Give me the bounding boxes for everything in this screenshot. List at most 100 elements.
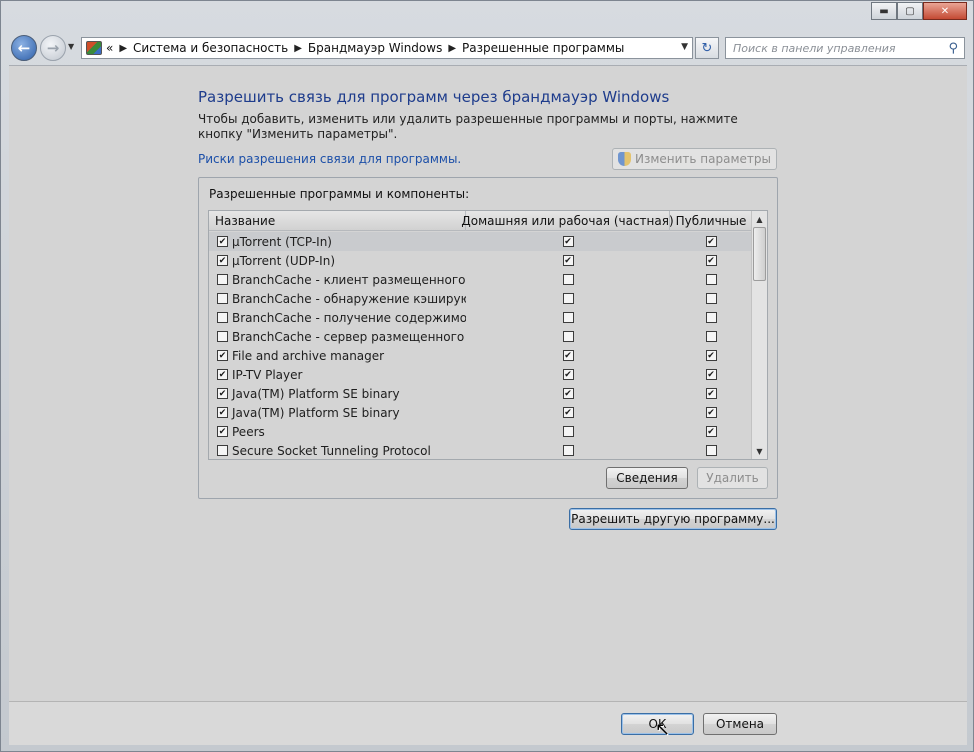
details-button[interactable]: Сведения	[606, 467, 688, 489]
search-icon[interactable]: ⚲	[948, 41, 958, 56]
program-row[interactable]: Peers	[209, 422, 752, 441]
home-network-checkbox[interactable]	[562, 331, 574, 342]
program-enabled-checkbox[interactable]	[217, 293, 228, 304]
home-network-checkbox[interactable]	[562, 274, 574, 285]
program-row[interactable]: Secure Socket Tunneling Protocol	[209, 441, 752, 459]
home-network-cell	[466, 236, 670, 247]
program-row[interactable]: BranchCache - получение содержимого ...	[209, 308, 752, 327]
column-header-home[interactable]: Домашняя или рабочая (частная)	[461, 211, 674, 231]
program-name-cell: Java(TM) Platform SE binary	[209, 387, 466, 401]
public-network-checkbox[interactable]	[705, 369, 717, 380]
column-header-name[interactable]: Название	[209, 211, 466, 231]
public-network-checkbox[interactable]	[705, 293, 717, 304]
change-settings-button[interactable]: Изменить параметры	[612, 148, 777, 170]
program-enabled-checkbox[interactable]	[217, 274, 228, 285]
program-enabled-checkbox[interactable]	[217, 236, 228, 247]
navigation-toolbar: ← → ▼ « ▶ Система и безопасность ▶ Бранд…	[9, 31, 967, 65]
program-row[interactable]: BranchCache - обнаружение кэширующ...	[209, 289, 752, 308]
program-row[interactable]: IP-TV Player	[209, 365, 752, 384]
breadcrumb-allowed-programs[interactable]: Разрешенные программы	[462, 41, 624, 55]
program-enabled-checkbox[interactable]	[217, 388, 228, 399]
refresh-button[interactable]: ↻	[695, 37, 719, 59]
program-enabled-checkbox[interactable]	[217, 312, 228, 323]
home-network-checkbox[interactable]	[562, 293, 574, 304]
breadcrumb-system-security[interactable]: Система и безопасность	[133, 41, 288, 55]
address-dropdown-icon[interactable]: ▼	[681, 42, 688, 52]
vertical-scrollbar[interactable]: ▲ ▼	[751, 211, 767, 459]
allowed-programs-group: Разрешенные программы и компоненты: Назв…	[198, 177, 778, 499]
home-network-checkbox[interactable]	[562, 312, 574, 323]
program-name: File and archive manager	[232, 348, 385, 363]
program-name-cell: IP-TV Player	[209, 368, 466, 382]
program-name: Java(TM) Platform SE binary	[232, 386, 400, 401]
recent-pages-dropdown-icon[interactable]: ▼	[68, 42, 74, 51]
public-network-checkbox[interactable]	[705, 426, 717, 437]
home-network-checkbox[interactable]	[562, 407, 574, 418]
public-network-checkbox[interactable]	[705, 312, 717, 323]
program-name: Secure Socket Tunneling Protocol	[232, 443, 431, 458]
maximize-button[interactable]: ▢	[897, 2, 923, 20]
chevron-right-icon[interactable]: ▶	[294, 43, 302, 54]
back-button[interactable]: ←	[11, 35, 37, 61]
home-network-checkbox[interactable]	[562, 236, 574, 247]
delete-button[interactable]: Удалить	[697, 467, 768, 489]
program-rows: µTorrent (TCP-In) µTorrent (UDP-In) Branch…	[209, 232, 752, 459]
home-network-cell	[466, 255, 670, 266]
home-network-checkbox[interactable]	[562, 350, 574, 361]
program-row[interactable]: µTorrent (UDP-In)	[209, 251, 752, 270]
column-header-public[interactable]: Публичные	[670, 211, 752, 231]
public-network-checkbox[interactable]	[705, 388, 717, 399]
public-network-cell	[670, 388, 752, 399]
allow-another-program-button[interactable]: Разрешить другую программу...	[569, 508, 777, 530]
program-row[interactable]: File and archive manager	[209, 346, 752, 365]
public-network-checkbox[interactable]	[705, 236, 717, 247]
home-network-cell	[466, 331, 670, 342]
program-enabled-checkbox[interactable]	[217, 350, 228, 361]
scroll-up-icon[interactable]: ▲	[752, 211, 767, 227]
public-network-checkbox[interactable]	[705, 255, 717, 266]
risks-link[interactable]: Риски разрешения связи для программы.	[198, 152, 461, 166]
program-row[interactable]: BranchCache - сервер размещенного кэ...	[209, 327, 752, 346]
public-network-checkbox[interactable]	[705, 407, 717, 418]
program-enabled-checkbox[interactable]	[217, 255, 228, 266]
breadcrumb-firewall[interactable]: Брандмауэр Windows	[308, 41, 442, 55]
cancel-button[interactable]: Отмена	[703, 713, 777, 735]
program-row[interactable]: BranchCache - клиент размещенного кэ...	[209, 270, 752, 289]
home-network-checkbox[interactable]	[562, 369, 574, 380]
chevron-right-icon[interactable]: ▶	[119, 43, 127, 54]
public-network-cell	[670, 350, 752, 361]
program-enabled-checkbox[interactable]	[217, 331, 228, 342]
public-network-cell	[670, 426, 752, 437]
public-network-checkbox[interactable]	[705, 331, 717, 342]
program-enabled-checkbox[interactable]	[217, 407, 228, 418]
home-network-cell	[466, 426, 670, 437]
public-network-checkbox[interactable]	[705, 274, 717, 285]
public-network-checkbox[interactable]	[705, 350, 717, 361]
program-enabled-checkbox[interactable]	[217, 426, 228, 437]
programs-list[interactable]: Название Домашняя или рабочая (частная) …	[208, 210, 768, 460]
chevron-right-icon[interactable]: ▶	[448, 43, 456, 54]
home-network-checkbox[interactable]	[562, 445, 574, 456]
program-enabled-checkbox[interactable]	[217, 369, 228, 380]
home-network-checkbox[interactable]	[562, 388, 574, 399]
program-row[interactable]: µTorrent (TCP-In)	[209, 232, 752, 251]
content-area: Разрешить связь для программ через бранд…	[9, 65, 967, 701]
home-network-checkbox[interactable]	[562, 426, 574, 437]
program-row[interactable]: Java(TM) Platform SE binary	[209, 403, 752, 422]
program-name-cell: BranchCache - клиент размещенного кэ...	[209, 273, 466, 287]
address-bar[interactable]: « ▶ Система и безопасность ▶ Брандмауэр …	[81, 37, 693, 59]
forward-button[interactable]: →	[40, 35, 66, 61]
dialog-footer: ОК Отмена	[9, 701, 967, 745]
public-network-checkbox[interactable]	[705, 445, 717, 456]
scroll-down-icon[interactable]: ▼	[752, 443, 767, 459]
program-name: µTorrent (UDP-In)	[232, 253, 336, 268]
minimize-button[interactable]: ▬	[871, 2, 897, 20]
home-network-checkbox[interactable]	[562, 255, 574, 266]
close-button[interactable]: ✕	[923, 2, 967, 20]
program-row[interactable]: Java(TM) Platform SE binary	[209, 384, 752, 403]
scroll-thumb[interactable]	[753, 227, 766, 281]
home-network-cell	[466, 369, 670, 380]
search-input[interactable]: Поиск в панели управления ⚲	[725, 37, 965, 59]
breadcrumb-overflow[interactable]: «	[106, 41, 113, 55]
program-enabled-checkbox[interactable]	[217, 445, 228, 456]
